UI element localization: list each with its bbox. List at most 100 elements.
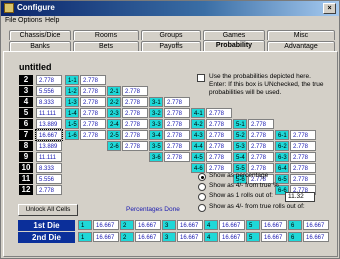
tab-banks[interactable]: Banks bbox=[9, 41, 71, 51]
use-probabilities-label: Use the probabilities depicted here. bbox=[209, 73, 311, 80]
dice-pair-label: 3-5 bbox=[149, 141, 163, 151]
die-face-label: 1 bbox=[78, 232, 92, 242]
tab-games[interactable]: Games bbox=[203, 30, 265, 40]
rolls-out-of-input[interactable]: 11.32 bbox=[285, 192, 315, 202]
pair-probability-cell[interactable]: 2.778 bbox=[122, 130, 148, 140]
pair-probability-cell[interactable]: 2.778 bbox=[206, 152, 232, 162]
sum-label: 8 bbox=[19, 141, 33, 151]
sum-probability-cell[interactable]: 11.111 bbox=[36, 108, 62, 118]
dice-pair-label: 6-1 bbox=[275, 130, 289, 140]
die-face-probability-cell[interactable]: 16.667 bbox=[219, 232, 245, 242]
pair-probability-cell[interactable]: 2.778 bbox=[248, 119, 274, 129]
sum-probability-cell[interactable]: 8.333 bbox=[36, 97, 62, 107]
second-die-label: 2nd Die bbox=[18, 232, 75, 243]
sum-probability-cell[interactable]: 5.556 bbox=[36, 86, 62, 96]
tab-groups[interactable]: Groups bbox=[141, 30, 201, 40]
radio-show-percentage[interactable] bbox=[198, 173, 206, 181]
die-face-label: 3 bbox=[162, 232, 176, 242]
sum-probability-cell[interactable]: 8.333 bbox=[36, 163, 62, 173]
dice-pair-label: 6-2 bbox=[275, 141, 289, 151]
dice-pair-label: 1-6 bbox=[65, 130, 79, 140]
pair-probability-cell[interactable]: 2.778 bbox=[80, 119, 106, 129]
sum-label: 11 bbox=[19, 174, 33, 184]
sum-probability-cell[interactable]: 16.667 bbox=[35, 129, 63, 141]
radio-show-plus-minus-rolls[interactable] bbox=[198, 204, 206, 212]
pair-probability-cell[interactable]: 2.778 bbox=[164, 130, 190, 140]
tab-advantage[interactable]: Advantage bbox=[267, 41, 335, 51]
pair-probability-cell[interactable]: 2.778 bbox=[206, 119, 232, 129]
sum-probability-cell[interactable]: 13.889 bbox=[36, 119, 62, 129]
dice-pair-label: 1-2 bbox=[65, 86, 79, 96]
die-face-probability-cell[interactable]: 16.667 bbox=[303, 232, 329, 242]
menu-help[interactable]: Help bbox=[45, 17, 59, 24]
sum-label: 2 bbox=[19, 75, 33, 85]
die-face-probability-cell[interactable]: 16.667 bbox=[135, 220, 161, 230]
pair-probability-cell[interactable]: 2.778 bbox=[206, 108, 232, 118]
pair-probability-cell[interactable]: 2.778 bbox=[248, 130, 274, 140]
tab-misc[interactable]: Misc bbox=[267, 30, 335, 40]
die-face-probability-cell[interactable]: 16.667 bbox=[93, 232, 119, 242]
pair-probability-cell[interactable]: 2.778 bbox=[290, 152, 316, 162]
pair-probability-cell[interactable]: 2.778 bbox=[164, 141, 190, 151]
die-face-label: 6 bbox=[288, 220, 302, 230]
pair-probability-cell[interactable]: 2.778 bbox=[290, 141, 316, 151]
pair-probability-cell[interactable]: 2.778 bbox=[80, 75, 106, 85]
pair-probability-cell[interactable]: 2.778 bbox=[164, 119, 190, 129]
pair-probability-cell[interactable]: 2.778 bbox=[290, 163, 316, 173]
die-face-probability-cell[interactable]: 16.667 bbox=[177, 220, 203, 230]
pair-probability-cell[interactable]: 2.778 bbox=[80, 108, 106, 118]
die-face-label: 5 bbox=[246, 220, 260, 230]
tab-bets[interactable]: Bets bbox=[73, 41, 139, 51]
pair-probability-cell[interactable]: 2.778 bbox=[164, 97, 190, 107]
sum-probability-cell[interactable]: 2.778 bbox=[36, 75, 62, 85]
use-probabilities-note: Enter: If this box is UNchecked, the tru… bbox=[209, 81, 324, 96]
pair-probability-cell[interactable]: 2.778 bbox=[290, 174, 316, 184]
die-face-label: 2 bbox=[120, 220, 134, 230]
sum-probability-cell[interactable]: 2.778 bbox=[36, 185, 62, 195]
dice-pair-label: 3-6 bbox=[149, 152, 163, 162]
pair-probability-cell[interactable]: 2.778 bbox=[206, 130, 232, 140]
pair-probability-cell[interactable]: 2.778 bbox=[122, 119, 148, 129]
menu-file[interactable]: File bbox=[5, 17, 16, 24]
die-face-label: 1 bbox=[78, 220, 92, 230]
pair-probability-cell[interactable]: 2.778 bbox=[122, 97, 148, 107]
radio-show-rolls-out-of-label: Show as 1 rolls out of: bbox=[209, 192, 273, 199]
pair-probability-cell[interactable]: 2.778 bbox=[206, 141, 232, 151]
sum-label: 12 bbox=[19, 185, 33, 195]
pair-probability-cell[interactable]: 2.778 bbox=[164, 152, 190, 162]
die-face-probability-cell[interactable]: 16.667 bbox=[219, 220, 245, 230]
sum-probability-cell[interactable]: 13.889 bbox=[36, 141, 62, 151]
tab-payoffs[interactable]: Payoffs bbox=[141, 41, 201, 51]
sum-probability-cell[interactable]: 11.111 bbox=[36, 152, 62, 162]
die-face-label: 6 bbox=[288, 232, 302, 242]
radio-show-plus-minus-rolls-label: Show as 4/- from true rolls out of: bbox=[209, 203, 305, 210]
pair-probability-cell[interactable]: 2.778 bbox=[248, 141, 274, 151]
radio-show-rolls-out-of[interactable] bbox=[198, 193, 206, 201]
tab-rooms[interactable]: Rooms bbox=[73, 30, 139, 40]
sum-probability-cell[interactable]: 5.556 bbox=[36, 174, 62, 184]
pair-probability-cell[interactable]: 2.778 bbox=[290, 130, 316, 140]
dice-pair-label: 2-1 bbox=[107, 86, 121, 96]
die-face-probability-cell[interactable]: 16.667 bbox=[303, 220, 329, 230]
pair-probability-cell[interactable]: 2.778 bbox=[80, 97, 106, 107]
pair-probability-cell[interactable]: 2.778 bbox=[122, 86, 148, 96]
die-face-probability-cell[interactable]: 16.667 bbox=[177, 232, 203, 242]
die-face-probability-cell[interactable]: 16.667 bbox=[261, 232, 287, 242]
tab-chassis-dice[interactable]: Chassis/Dice bbox=[9, 30, 71, 40]
radio-show-plus-minus-percent[interactable] bbox=[198, 183, 206, 191]
pair-probability-cell[interactable]: 2.778 bbox=[122, 141, 148, 151]
dice-pair-label: 5-1 bbox=[233, 119, 247, 129]
pair-probability-cell[interactable]: 2.778 bbox=[164, 108, 190, 118]
die-face-probability-cell[interactable]: 16.667 bbox=[135, 232, 161, 242]
pair-probability-cell[interactable]: 2.778 bbox=[80, 86, 106, 96]
menu-bar: File Options Help bbox=[1, 16, 339, 27]
die-face-probability-cell[interactable]: 16.667 bbox=[261, 220, 287, 230]
pair-probability-cell[interactable]: 2.778 bbox=[122, 108, 148, 118]
use-probabilities-checkbox[interactable] bbox=[197, 74, 205, 82]
menu-options[interactable]: Options bbox=[18, 17, 42, 24]
pair-probability-cell[interactable]: 2.778 bbox=[248, 152, 274, 162]
close-button[interactable]: × bbox=[323, 3, 336, 14]
pair-probability-cell[interactable]: 2.778 bbox=[80, 130, 106, 140]
unlock-all-cells-button[interactable]: Unlock All Cells bbox=[18, 204, 78, 216]
die-face-probability-cell[interactable]: 16.667 bbox=[93, 220, 119, 230]
